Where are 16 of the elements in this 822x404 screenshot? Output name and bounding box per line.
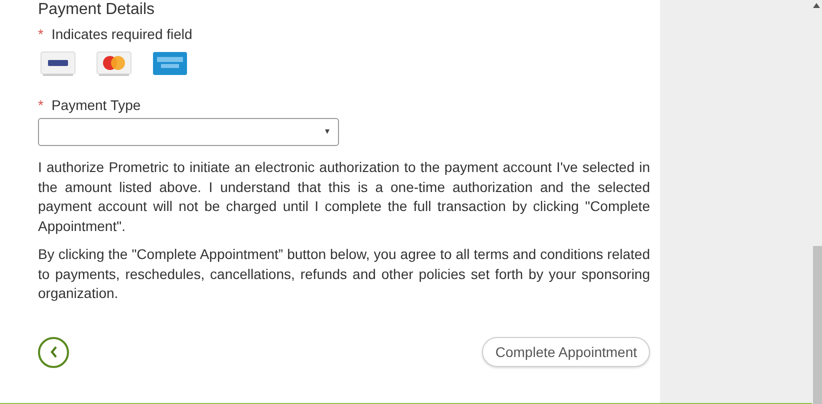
card-logo-icon [152,51,188,77]
paragraph: I authorize Prometric to initiate an electronic authorization to the payment account I've selected in the amount listed above. I understand that this is a one-time authorization and the selected payment account will not be charged until I complete the full transaction by clicking "Complete Appointment". [38,158,650,236]
field-label: Payment Type [51,96,141,115]
card-logo-icon [96,51,132,77]
required-note: Indicates required field [51,25,192,44]
scrollbar-thumb[interactable] [813,246,822,404]
card-logo-icon [40,51,76,77]
chevron-left-icon [48,345,58,359]
required-asterisk: * [38,96,44,115]
section-title: Payment Details [38,0,156,20]
payment-type-select[interactable]: ▾ [38,118,339,146]
complete-appointment-button[interactable]: Complete Appointment [482,337,650,367]
back-button[interactable] [38,336,69,368]
required-asterisk: * [38,25,44,44]
scroll-up-icon[interactable] [813,3,820,8]
paragraph: By clicking the "Complete Appointment” button below, you agree to all terms and conditions related to payments, reschedules, cancellations, refunds and other policies set forth by your sponsoring organization. [38,245,650,303]
